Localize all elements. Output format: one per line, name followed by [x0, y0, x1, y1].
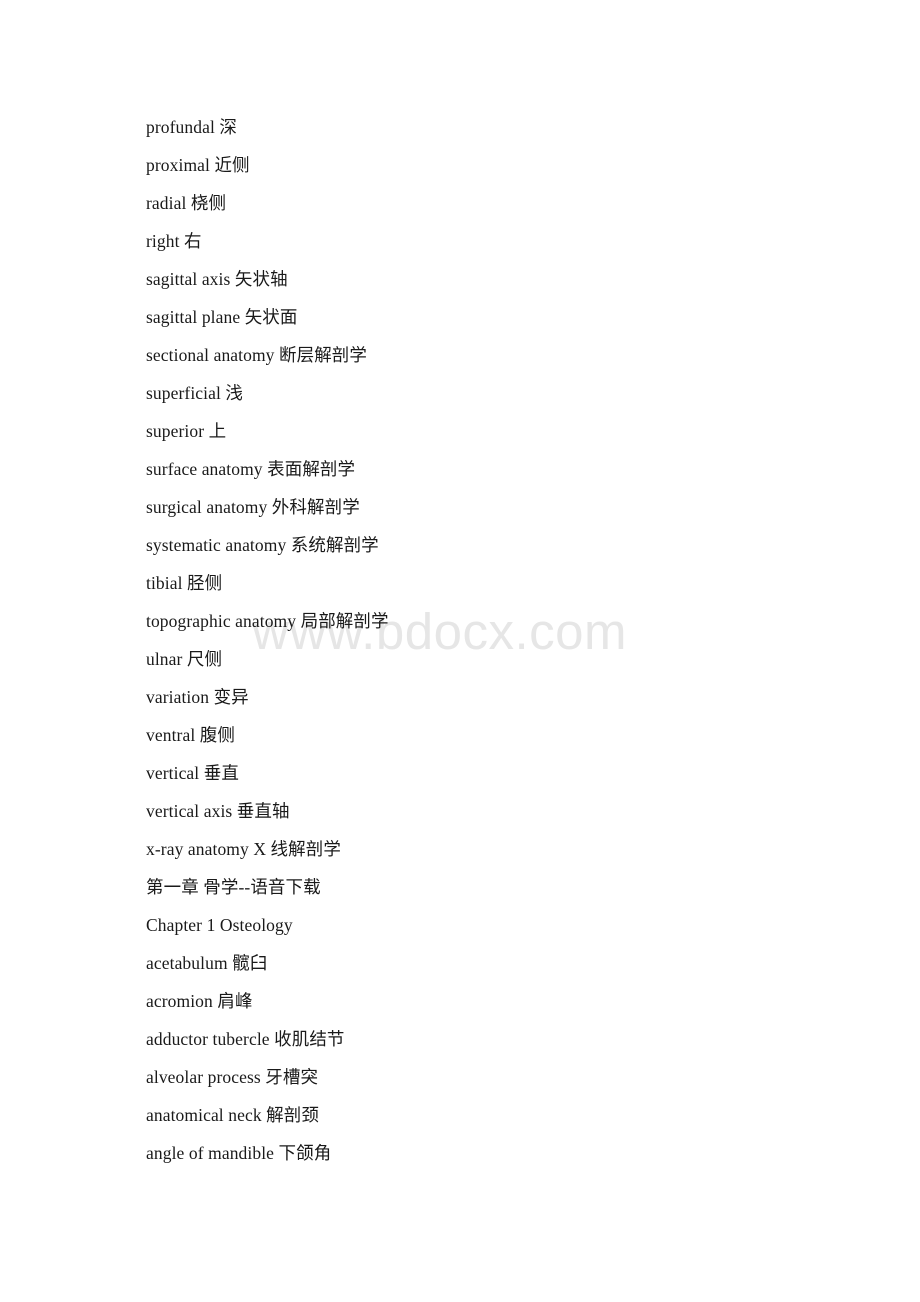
glossary-line: tibial 胫侧: [146, 573, 223, 593]
glossary-line: surface anatomy 表面解剖学: [146, 459, 356, 479]
glossary-line: Chapter 1 Osteology: [146, 915, 293, 935]
glossary-line: proximal 近侧: [146, 155, 250, 175]
glossary-line: sagittal axis 矢状轴: [146, 269, 288, 289]
glossary-line: profundal 深: [146, 117, 238, 137]
glossary-line: adductor tubercle 收肌结节: [146, 1029, 345, 1049]
glossary-line: acromion 肩峰: [146, 991, 253, 1011]
glossary-line: superior 上: [146, 421, 227, 441]
glossary-line: anatomical neck 解剖颈: [146, 1105, 319, 1125]
glossary-line: variation 变异: [146, 687, 249, 707]
glossary-line: topographic anatomy 局部解剖学: [146, 611, 389, 631]
glossary-line: x-ray anatomy X 线解剖学: [146, 839, 341, 859]
glossary-line: surgical anatomy 外科解剖学: [146, 497, 360, 517]
glossary-line: sectional anatomy 断层解剖学: [146, 345, 368, 365]
glossary-line: ventral 腹侧: [146, 725, 235, 745]
glossary-line: right 右: [146, 231, 202, 251]
terminology-list: profundal 深 proximal 近侧 radial 桡侧 right 右 sa…: [146, 108, 846, 1172]
glossary-line: superficial 浅: [146, 383, 244, 403]
glossary-line: vertical axis 垂直轴: [146, 801, 290, 821]
glossary-line: acetabulum 髋臼: [146, 953, 268, 973]
glossary-line: radial 桡侧: [146, 193, 227, 213]
glossary-line: alveolar process 牙槽突: [146, 1067, 319, 1087]
glossary-line: 第一章 骨学--语音下载: [146, 877, 321, 897]
glossary-line: vertical 垂直: [146, 763, 239, 783]
glossary-line: angle of mandible 下颌角: [146, 1143, 332, 1163]
document-page: www.bdocx.com profundal 深 proximal 近侧 radi…: [0, 0, 920, 1302]
glossary-line: systematic anatomy 系统解剖学: [146, 535, 379, 555]
glossary-line: ulnar 尺侧: [146, 649, 223, 669]
glossary-line: sagittal plane 矢状面: [146, 307, 298, 327]
